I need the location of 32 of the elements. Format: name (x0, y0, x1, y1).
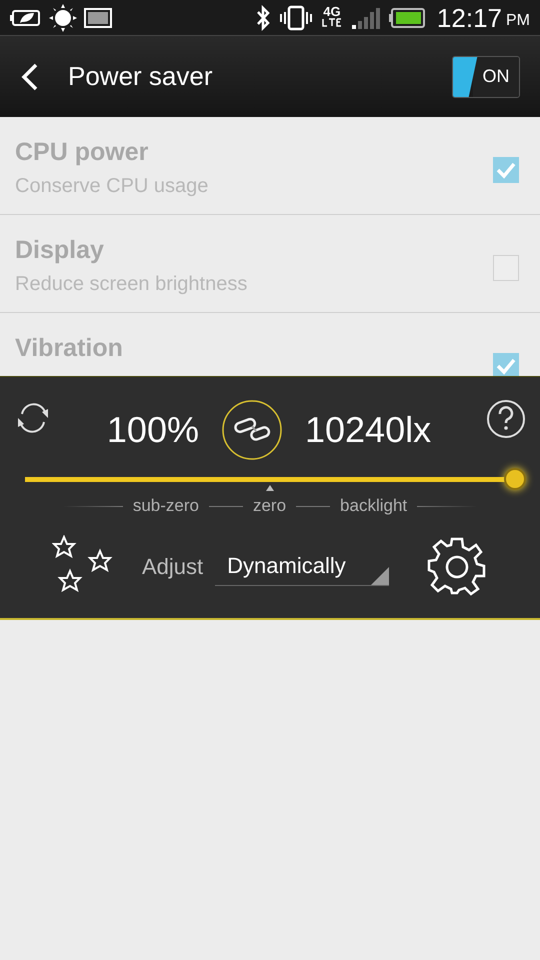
settings-icon[interactable] (426, 535, 488, 597)
brightness-percent: 100% (106, 408, 199, 452)
setting-title: CPU power (15, 137, 150, 167)
scale-label: zero (252, 496, 286, 515)
screen-title: Power saver (68, 60, 212, 93)
dropdown-arrow-icon (371, 567, 390, 585)
adjust-mode-dropdown[interactable]: Dynamically (215, 546, 390, 586)
image-icon (84, 8, 112, 28)
clock-ampm: PM (506, 10, 530, 30)
link-icon[interactable] (220, 399, 283, 461)
power-saver-toggle[interactable]: ON (452, 56, 520, 98)
zero-marker-icon (266, 485, 274, 491)
brightness-icon (48, 2, 78, 32)
checkbox[interactable] (493, 157, 519, 183)
signal-icon (350, 6, 381, 30)
battery-icon (388, 8, 425, 28)
clock-time: 12:17 (436, 4, 502, 30)
checkbox[interactable] (493, 255, 519, 281)
slider-thumb[interactable] (504, 468, 526, 490)
back-icon (20, 62, 40, 92)
bluetooth-icon (254, 4, 271, 30)
lux-reading: 10240lx (304, 408, 432, 452)
network-type-label: 4G (323, 5, 341, 18)
scale-label: sub-zero (132, 496, 199, 515)
setting-title: Display (15, 235, 105, 265)
battery-saver-icon (10, 8, 42, 26)
scale-label: backlight (340, 496, 408, 515)
help-icon[interactable] (486, 399, 526, 439)
setting-title: Vibration (15, 333, 124, 363)
lte-icon (320, 18, 343, 30)
vibrate-icon (278, 4, 313, 30)
adjust-label: Adjust (142, 552, 204, 581)
